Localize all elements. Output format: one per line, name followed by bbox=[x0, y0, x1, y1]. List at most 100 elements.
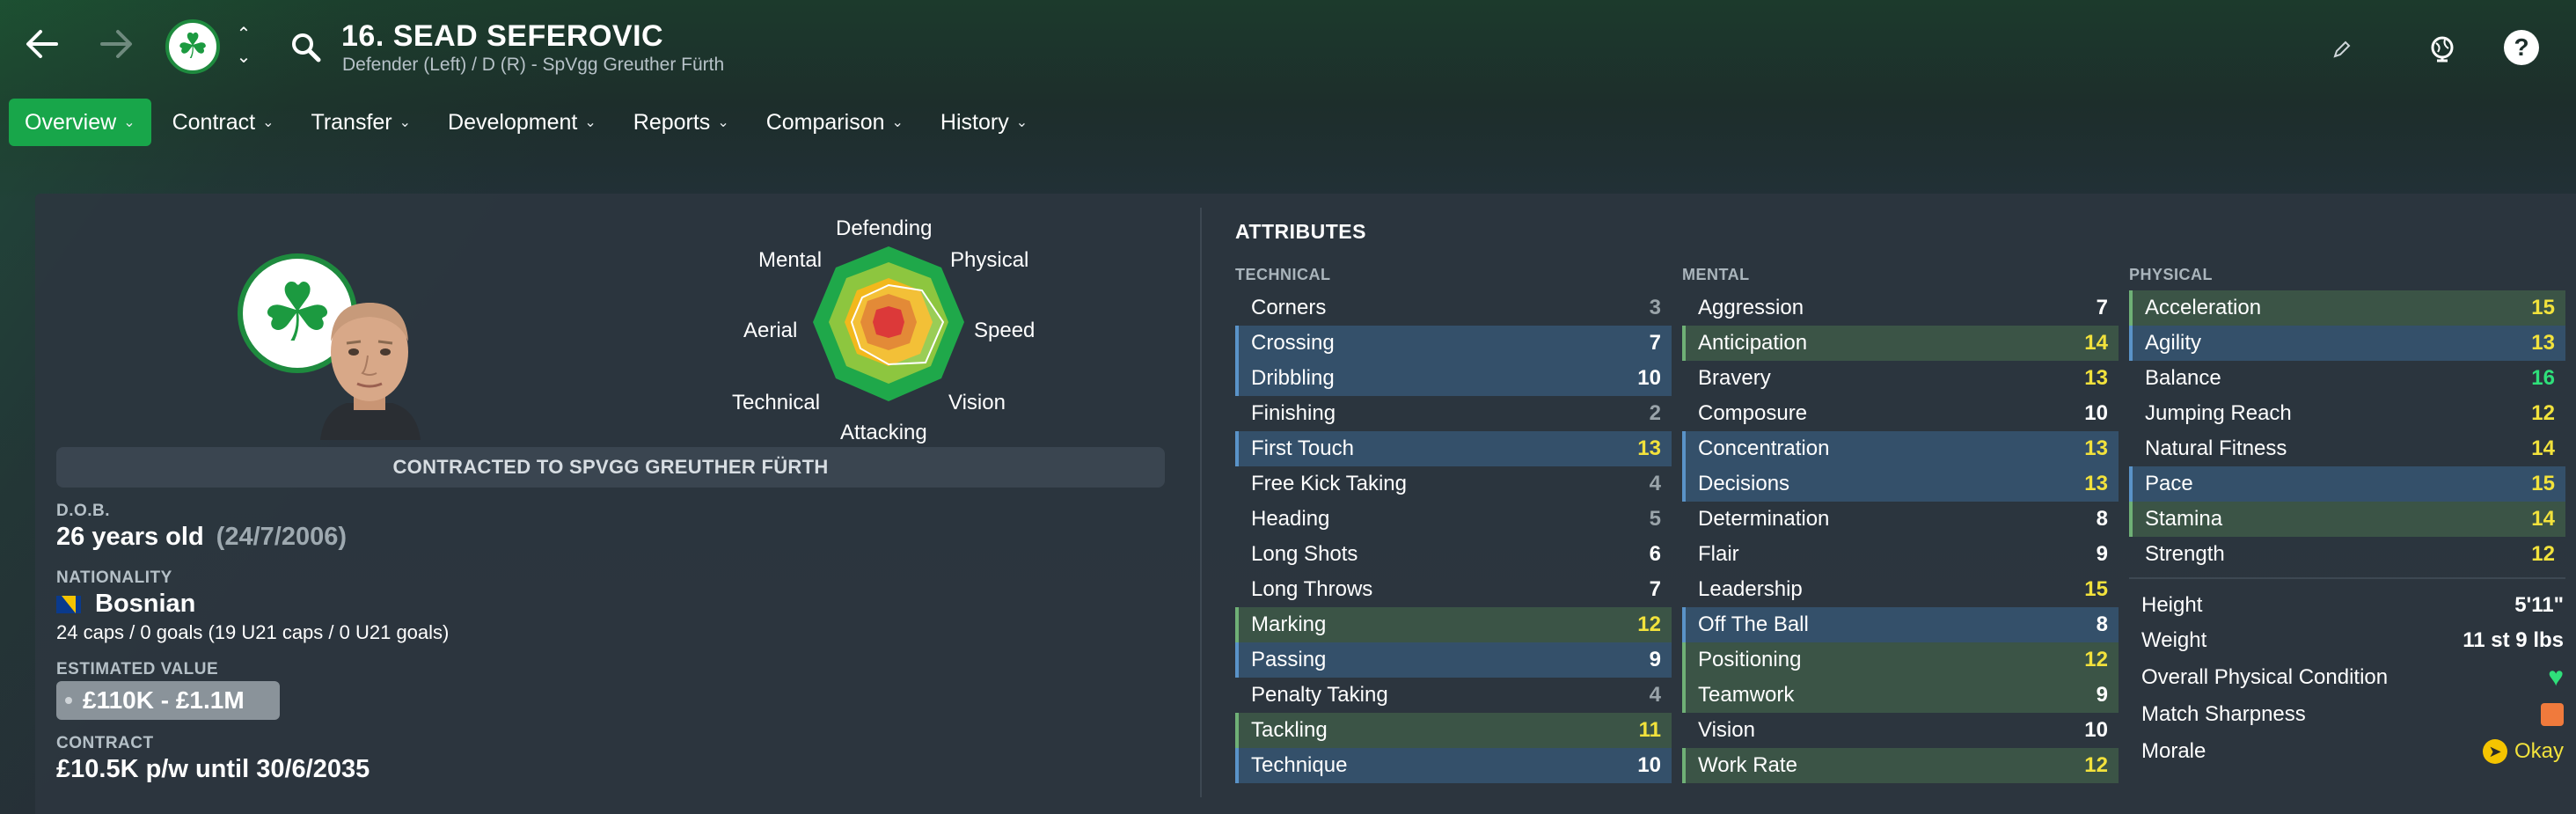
estimated-value-tag[interactable]: £110K - £1.1M bbox=[56, 681, 280, 720]
globe-icon[interactable] bbox=[2423, 30, 2462, 69]
tab-bar: Overview ⌄ Contract ⌄ Transfer ⌄ Developmen… bbox=[9, 99, 1043, 146]
attribute-row[interactable]: Teamwork 9 bbox=[1682, 678, 2119, 713]
header: ☘ ⌃ ⌄ 16. SEAD SEFEROVIC Defender (Left) … bbox=[0, 0, 2576, 97]
dob-date: (24/7/2006) bbox=[216, 523, 347, 551]
attribute-value: 7 bbox=[1649, 577, 1661, 601]
player-subtitle: Defender (Left) / D (R) - SpVgg Greuther… bbox=[342, 55, 725, 75]
tab-overview[interactable]: Overview ⌄ bbox=[9, 99, 151, 146]
nationality-name: Bosnian bbox=[95, 590, 196, 618]
attribute-name: Long Shots bbox=[1251, 542, 1358, 566]
tab-label: Reports bbox=[633, 109, 711, 135]
attribute-row[interactable]: Jumping Reach 12 bbox=[2129, 396, 2565, 431]
attribute-value: 11 bbox=[1638, 718, 1661, 742]
attribute-name: Technique bbox=[1251, 753, 1348, 777]
chevron-down-icon: ⌄ bbox=[1015, 115, 1028, 130]
chevron-down-icon: ⌄ bbox=[262, 115, 274, 130]
attribute-row[interactable]: Flair 9 bbox=[1682, 537, 2119, 572]
attribute-row[interactable]: Balance 16 bbox=[2129, 361, 2565, 396]
attribute-name: Bravery bbox=[1698, 366, 1771, 390]
attribute-row[interactable]: Leadership 15 bbox=[1682, 572, 2119, 607]
club-badge-icon[interactable]: ☘ bbox=[165, 19, 220, 74]
help-icon[interactable]: ? bbox=[2504, 30, 2539, 65]
attribute-row[interactable]: Concentration 13 bbox=[1682, 431, 2119, 466]
tab-reports[interactable]: Reports ⌄ bbox=[618, 99, 745, 146]
height-label: Height bbox=[2141, 593, 2203, 617]
attribute-row[interactable]: Heading 5 bbox=[1235, 502, 1672, 537]
tab-label: Development bbox=[448, 109, 578, 135]
tab-label: Transfer bbox=[311, 109, 392, 135]
physical-separator bbox=[2129, 577, 2565, 579]
attribute-row[interactable]: Corners 3 bbox=[1235, 290, 1672, 326]
match-sharpness-icon bbox=[2541, 703, 2564, 726]
attribute-value: 4 bbox=[1649, 472, 1661, 495]
attribute-row[interactable]: Composure 10 bbox=[1682, 396, 2119, 431]
chevron-down-icon: ⌄ bbox=[584, 115, 596, 130]
tab-contract[interactable]: Contract ⌄ bbox=[157, 99, 290, 146]
attribute-row[interactable]: Crossing 7 bbox=[1235, 326, 1672, 361]
forward-arrow-icon[interactable] bbox=[91, 19, 141, 69]
attribute-row[interactable]: Agility 13 bbox=[2129, 326, 2565, 361]
attribute-row[interactable]: Vision 10 bbox=[1682, 713, 2119, 748]
attribute-row[interactable]: Work Rate 12 bbox=[1682, 748, 2119, 783]
attribute-name: Off The Ball bbox=[1698, 612, 1809, 636]
attribute-value: 15 bbox=[2084, 577, 2108, 601]
attribute-value: 13 bbox=[2084, 472, 2108, 495]
pencil-icon[interactable] bbox=[2323, 30, 2361, 69]
attribute-value: 12 bbox=[2531, 401, 2555, 425]
attribute-value: 3 bbox=[1649, 296, 1661, 319]
attribute-value: 13 bbox=[1637, 436, 1661, 460]
attribute-value: 9 bbox=[2096, 542, 2108, 566]
attribute-value: 14 bbox=[2531, 436, 2555, 460]
nationality-label: NATIONALITY bbox=[56, 568, 172, 587]
attribute-row[interactable]: Passing 9 bbox=[1235, 642, 1672, 678]
tab-development[interactable]: Development ⌄ bbox=[432, 99, 612, 146]
attribute-row[interactable]: Finishing 2 bbox=[1235, 396, 1672, 431]
tab-comparison[interactable]: Comparison ⌄ bbox=[750, 99, 919, 146]
attribute-name: Strength bbox=[2145, 542, 2225, 566]
club-switch-chevrons-icon[interactable]: ⌃ ⌄ bbox=[231, 23, 257, 72]
match-sharpness-row[interactable]: Match Sharpness bbox=[2141, 697, 2564, 732]
attribute-row[interactable]: Free Kick Taking 4 bbox=[1235, 466, 1672, 502]
attribute-row[interactable]: Long Shots 6 bbox=[1235, 537, 1672, 572]
attribute-value: 5 bbox=[1649, 507, 1661, 531]
panel-divider bbox=[1200, 208, 1202, 797]
attribute-row[interactable]: Bravery 13 bbox=[1682, 361, 2119, 396]
attribute-row[interactable]: Decisions 13 bbox=[1682, 466, 2119, 502]
attribute-value: 10 bbox=[1637, 753, 1661, 777]
attribute-value: 9 bbox=[2096, 683, 2108, 707]
attribute-row[interactable]: Acceleration 15 bbox=[2129, 290, 2565, 326]
contract-label: CONTRACT bbox=[56, 734, 154, 752]
attribute-row[interactable]: Stamina 14 bbox=[2129, 502, 2565, 537]
attribute-row[interactable]: Dribbling 10 bbox=[1235, 361, 1672, 396]
attribute-row[interactable]: Natural Fitness 14 bbox=[2129, 431, 2565, 466]
attribute-row[interactable]: Pace 15 bbox=[2129, 466, 2565, 502]
attribute-row[interactable]: Penalty Taking 4 bbox=[1235, 678, 1672, 713]
dob-label: D.O.B. bbox=[56, 502, 111, 520]
physical-condition-row[interactable]: Overall Physical Condition ♥ bbox=[2141, 660, 2564, 695]
attribute-row[interactable]: First Touch 13 bbox=[1235, 431, 1672, 466]
flag-icon bbox=[56, 596, 81, 614]
attribute-row[interactable]: Tackling 11 bbox=[1235, 713, 1672, 748]
attribute-value: 14 bbox=[2084, 331, 2108, 355]
attribute-row[interactable]: Positioning 12 bbox=[1682, 642, 2119, 678]
heart-icon: ♥ bbox=[2548, 663, 2564, 692]
morale-row[interactable]: Morale ➤ Okay bbox=[2141, 734, 2564, 769]
attribute-name: First Touch bbox=[1251, 436, 1354, 460]
attribute-value: 10 bbox=[2084, 401, 2108, 425]
attribute-name: Marking bbox=[1251, 612, 1327, 636]
attribute-row[interactable]: Off The Ball 8 bbox=[1682, 607, 2119, 642]
attribute-name: Heading bbox=[1251, 507, 1330, 531]
attribute-row[interactable]: Long Throws 7 bbox=[1235, 572, 1672, 607]
tab-history[interactable]: History ⌄ bbox=[925, 99, 1043, 146]
attribute-row[interactable]: Technique 10 bbox=[1235, 748, 1672, 783]
search-icon[interactable] bbox=[289, 30, 324, 65]
attribute-row[interactable]: Determination 8 bbox=[1682, 502, 2119, 537]
back-arrow-icon[interactable] bbox=[18, 19, 67, 69]
contract-banner: CONTRACTED TO SPVGG GREUTHER FÜRTH bbox=[56, 447, 1165, 488]
nationality-value[interactable]: Bosnian bbox=[56, 590, 195, 619]
tab-transfer[interactable]: Transfer ⌄ bbox=[295, 99, 427, 146]
attribute-row[interactable]: Marking 12 bbox=[1235, 607, 1672, 642]
attribute-row[interactable]: Anticipation 14 bbox=[1682, 326, 2119, 361]
attribute-row[interactable]: Aggression 7 bbox=[1682, 290, 2119, 326]
attribute-row[interactable]: Strength 12 bbox=[2129, 537, 2565, 572]
